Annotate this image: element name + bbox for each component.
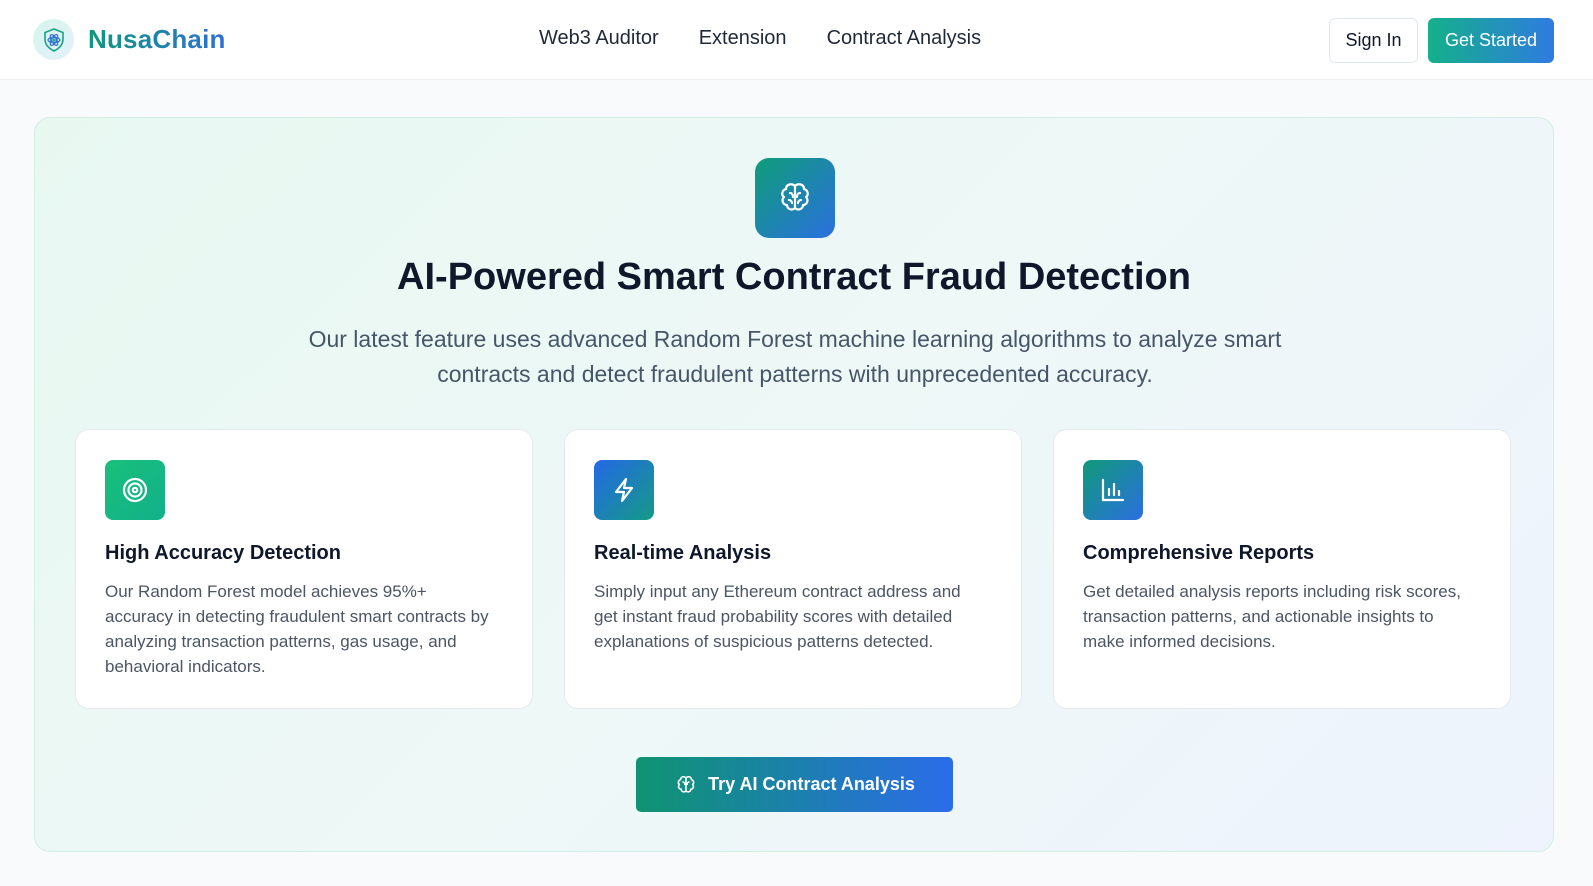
main-nav: Web3 Auditor Extension Contract Analysis	[539, 27, 981, 50]
hero-title: AI-Powered Smart Contract Fraud Detectio…	[397, 256, 1191, 298]
feature-body: Get detailed analysis reports including …	[1083, 582, 1461, 651]
sign-in-button[interactable]: Sign In	[1329, 18, 1418, 63]
feature-body: Simply input any Ethereum contract addre…	[594, 582, 961, 651]
brain-icon	[755, 158, 835, 238]
cta-label: Try AI Contract Analysis	[708, 774, 915, 794]
try-ai-contract-analysis-button[interactable]: Try AI Contract Analysis	[636, 757, 953, 812]
feature-card-accuracy: High Accuracy Detection Our Random Fores…	[75, 429, 533, 709]
brain-icon	[674, 773, 698, 797]
shield-atom-icon	[33, 19, 74, 60]
nav-item-contract-analysis[interactable]: Contract Analysis	[827, 27, 982, 50]
nav-item-extension[interactable]: Extension	[699, 27, 787, 50]
nav-item-web3-auditor[interactable]: Web3 Auditor	[539, 27, 659, 50]
feature-title: Comprehensive Reports	[1083, 542, 1315, 564]
target-icon	[105, 460, 165, 520]
bar-chart-icon	[1083, 460, 1143, 520]
get-started-button[interactable]: Get Started	[1428, 18, 1554, 63]
feature-body: Our Random Forest model achieves 95%+ ac…	[105, 582, 489, 676]
feature-card-reports: Comprehensive Reports Get detailed analy…	[1053, 429, 1511, 709]
feature-title: Real-time Analysis	[594, 542, 772, 564]
hero-description: Our latest feature uses advanced Random …	[308, 326, 1282, 387]
ai-feature-panel: AI-Powered Smart Contract Fraud Detectio…	[34, 117, 1554, 852]
brand-logo[interactable]: NusaChain	[33, 19, 226, 60]
feature-title: High Accuracy Detection	[105, 542, 341, 564]
lightning-icon	[594, 460, 654, 520]
brand-name: NusaChain	[88, 24, 226, 54]
feature-card-realtime: Real-time Analysis Simply input any Ethe…	[564, 429, 1022, 709]
top-nav-bar: NusaChain Web3 Auditor Extension Contrac…	[0, 0, 1593, 80]
